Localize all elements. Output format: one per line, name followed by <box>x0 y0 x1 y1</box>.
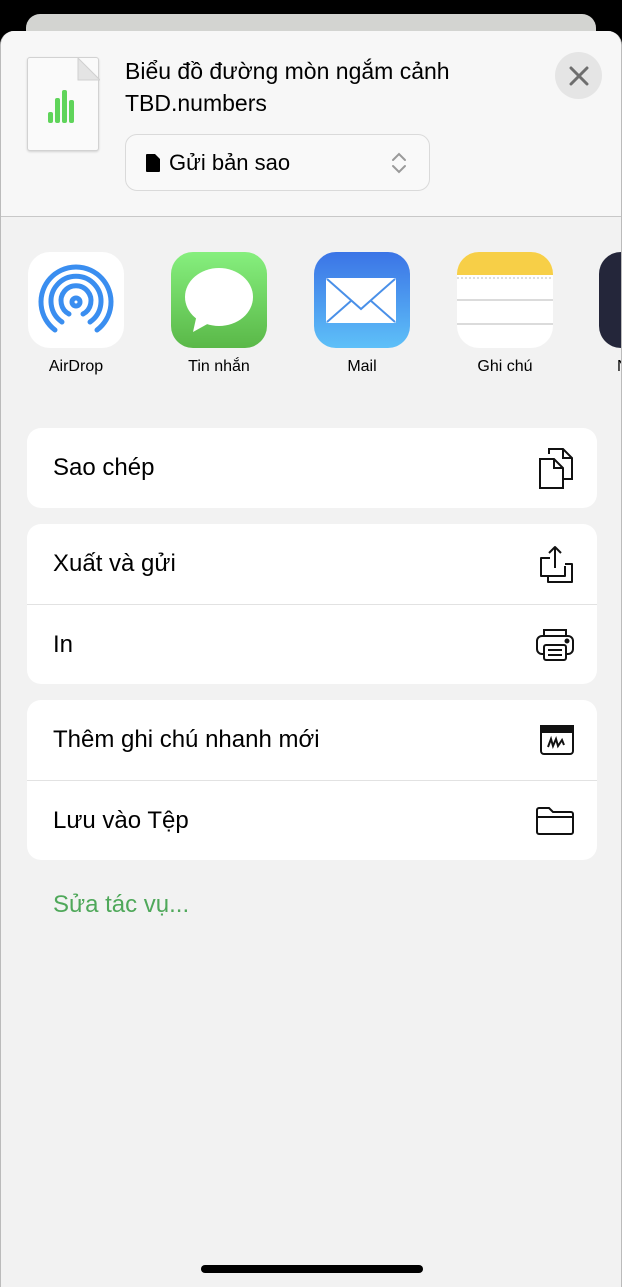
copy-icon <box>539 448 573 489</box>
numbers-document-icon <box>27 57 100 151</box>
close-button[interactable] <box>555 52 602 99</box>
notes-icon <box>457 252 553 348</box>
app-airdrop[interactable]: AirDrop <box>28 252 124 376</box>
action-group-3: Thêm ghi chú nhanh mới Lưu vào Tệp <box>27 700 597 860</box>
app-icon <box>599 252 621 348</box>
share-header: Biểu đồ đường mòn ngắm cảnh TBD.numbers … <box>1 31 621 217</box>
send-mode-value: Gửi bản sao <box>169 149 291 175</box>
mail-icon <box>314 252 410 348</box>
app-row: AirDrop Tin nhắn Mail Ghi chú N <box>1 252 621 382</box>
quick-note-icon <box>540 725 574 755</box>
action-group-1: Sao chép <box>27 428 597 508</box>
action-copy[interactable]: Sao chép <box>27 428 597 508</box>
print-icon <box>536 628 574 661</box>
app-label: Ghi chú <box>477 358 533 375</box>
app-label: N <box>599 358 621 376</box>
airdrop-icon <box>28 252 124 348</box>
messages-icon <box>171 252 267 348</box>
export-icon <box>540 546 573 583</box>
share-sheet: Biểu đồ đường mòn ngắm cảnh TBD.numbers … <box>0 31 622 1287</box>
app-label: AirDrop <box>48 358 104 375</box>
edit-actions-link[interactable]: Sửa tác vụ... <box>53 891 189 919</box>
action-label: Thêm ghi chú nhanh mới <box>53 726 320 753</box>
folder-icon <box>536 806 574 835</box>
app-partial[interactable]: N <box>599 252 621 376</box>
app-mail[interactable]: Mail <box>314 252 410 376</box>
app-notes[interactable]: Ghi chú <box>457 252 553 376</box>
app-label: Tin nhắn <box>188 358 250 375</box>
document-icon <box>146 153 160 172</box>
file-title: Biểu đồ đường mòn ngắm cảnh TBD.numbers <box>125 58 450 116</box>
action-label: Xuất và gửi <box>53 550 176 577</box>
send-mode-select[interactable]: Gửi bản sao <box>125 134 430 191</box>
app-messages[interactable]: Tin nhắn <box>171 252 267 376</box>
close-icon <box>569 66 588 85</box>
action-print[interactable]: In <box>27 604 597 684</box>
action-export-send[interactable]: Xuất và gửi <box>27 524 597 604</box>
action-label: In <box>53 630 74 658</box>
action-label: Lưu vào Tệp <box>53 806 189 834</box>
home-indicator[interactable] <box>201 1265 423 1273</box>
action-group-2: Xuất và gửi In <box>27 524 597 684</box>
action-quick-note[interactable]: Thêm ghi chú nhanh mới <box>27 700 597 780</box>
app-label: Mail <box>347 358 377 375</box>
action-label: Sao chép <box>53 454 155 481</box>
action-save-files[interactable]: Lưu vào Tệp <box>27 780 597 860</box>
chevron-up-down-icon <box>392 152 406 174</box>
